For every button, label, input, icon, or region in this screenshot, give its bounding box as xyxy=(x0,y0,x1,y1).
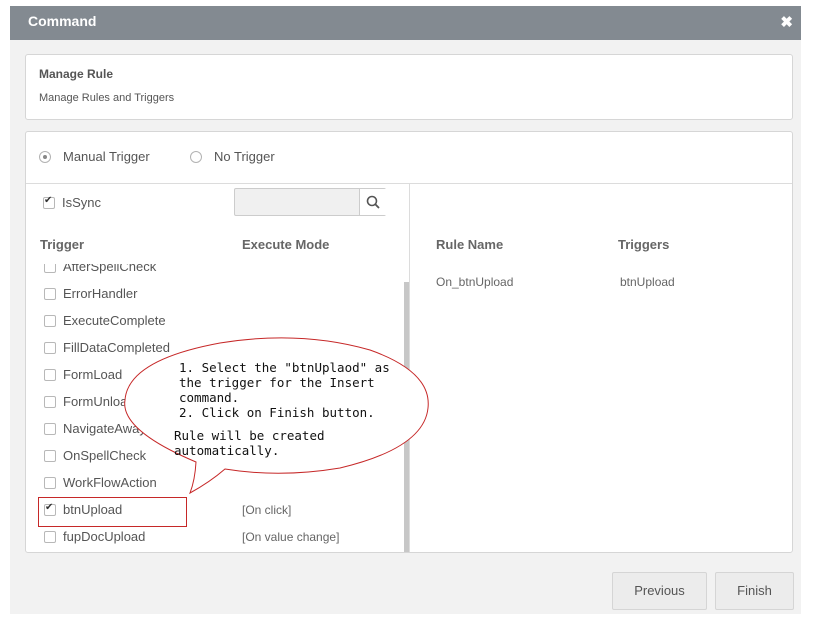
callout-text: Rule will be created automatically. xyxy=(174,428,325,458)
callout-text: 1. Select the "btnUplaod" as the trigger… xyxy=(179,360,390,420)
callout-bubble xyxy=(124,337,429,495)
